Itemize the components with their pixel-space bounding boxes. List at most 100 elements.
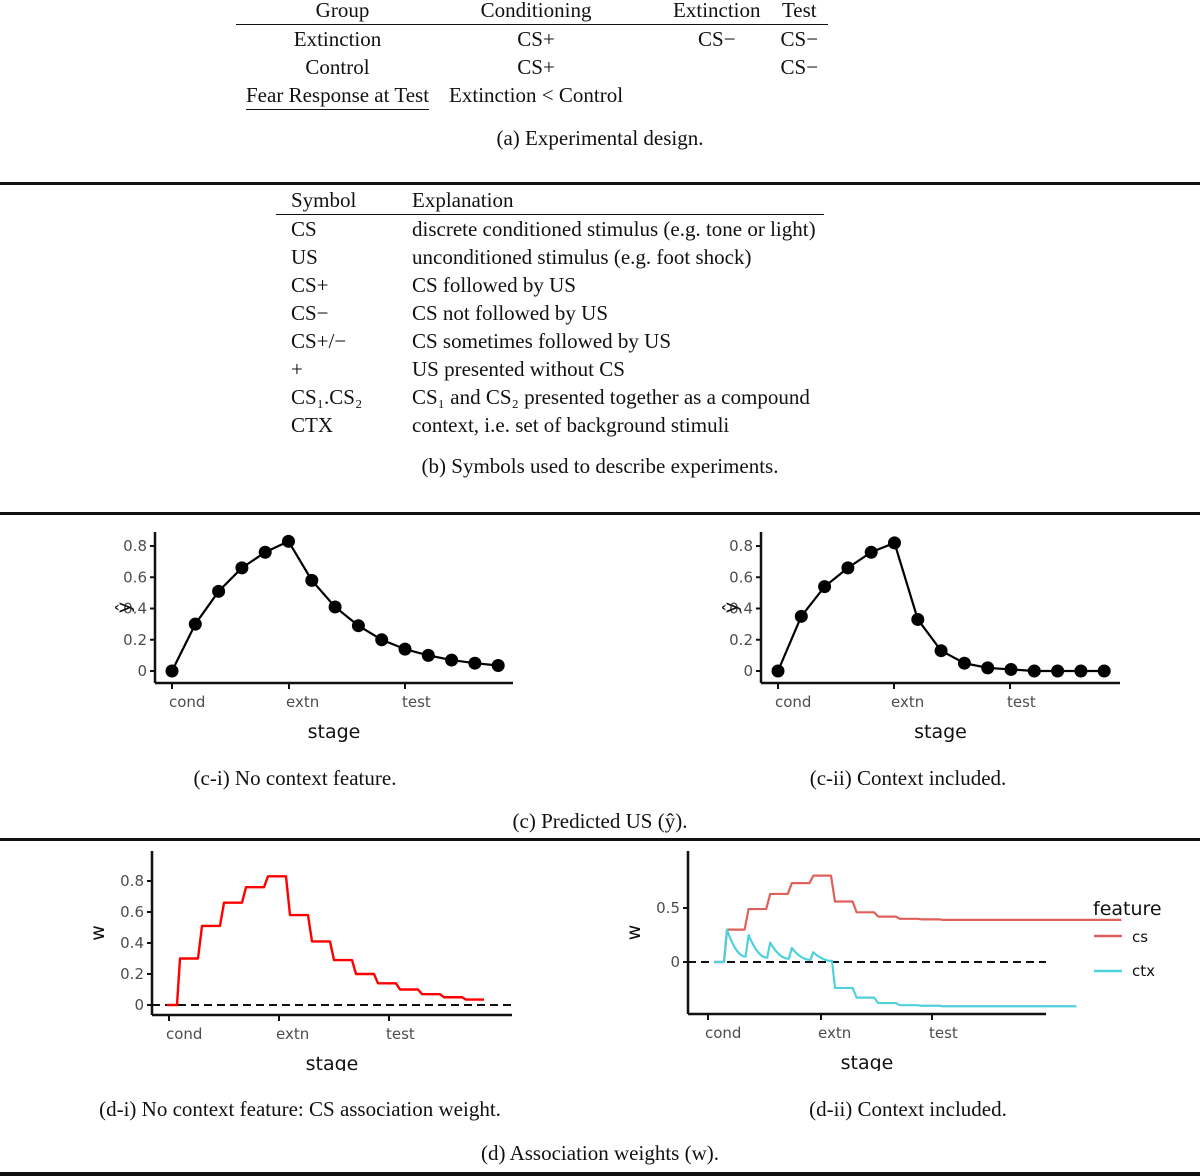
caption-c-ii: (c-ii) Context included. bbox=[809, 766, 1007, 790]
explanation-cell: context, i.e. set of background stimuli bbox=[412, 413, 730, 437]
caption-c: (c) Predicted US (ŷ). bbox=[512, 809, 688, 833]
y-tick-label: 0.8 bbox=[120, 872, 144, 890]
design-cell: CS+ bbox=[517, 55, 555, 79]
design-header: Extinction bbox=[673, 0, 761, 22]
symbol-cell: CS₁.CS₂ bbox=[291, 385, 363, 409]
design-result-row: Fear Response at Test Extinction < Contr… bbox=[236, 81, 828, 110]
y-tick-label: 0.2 bbox=[123, 631, 147, 649]
chart-d-i: 0 0.2 0.4 0.6 0.8 cond extn test stage w bbox=[87, 851, 512, 1071]
data-point bbox=[305, 573, 319, 587]
data-point bbox=[934, 644, 948, 658]
data-point bbox=[1097, 664, 1111, 678]
chart-c-ii: 00.20.40.60.8cond extn teststageŷ bbox=[720, 532, 1120, 743]
x-axis-label: stage bbox=[914, 721, 967, 743]
panel-d: 0 0.2 0.4 0.6 0.8 cond extn test stage w 0 0.5 cond… bbox=[0, 841, 1200, 1176]
y-tick-label: 0 bbox=[743, 662, 753, 680]
data-point bbox=[864, 545, 878, 559]
y-tick-label: 0.2 bbox=[729, 631, 753, 649]
explanation-cell: unconditioned stimulus (e.g. foot shock) bbox=[412, 245, 752, 269]
data-point bbox=[818, 580, 832, 594]
data-point bbox=[841, 561, 855, 575]
symbols-header-row: Symbol Explanation bbox=[276, 186, 824, 215]
y-tick-label: 0.6 bbox=[120, 903, 144, 921]
data-point bbox=[258, 545, 272, 559]
y-tick-label: 0.5 bbox=[656, 899, 680, 917]
y-axis-label: ŷ bbox=[720, 602, 742, 613]
panel-a: Group Conditioning Extinction Test Extin… bbox=[0, 0, 1200, 175]
symbol-row: CS+ CS followed by US bbox=[276, 271, 824, 299]
design-cell bbox=[663, 53, 771, 81]
x-tick-label: extn bbox=[276, 1025, 309, 1043]
symbol-row: + US presented without CS bbox=[276, 355, 824, 383]
x-tick-label: cond bbox=[166, 1025, 202, 1043]
data-point bbox=[771, 664, 785, 678]
symbols-header: Explanation bbox=[412, 188, 514, 212]
y-axis-label: ŷ bbox=[113, 602, 135, 613]
symbol-row: CS₁.CS₂ CS₁ and CS₂ presented together as… bbox=[276, 383, 824, 411]
legend-label-cs: cs bbox=[1132, 928, 1148, 946]
symbol-cell: CTX bbox=[291, 413, 333, 437]
legend-title: feature bbox=[1093, 898, 1162, 920]
caption-a: (a) Experimental design. bbox=[496, 126, 704, 150]
y-tick-label: 0 bbox=[670, 953, 680, 971]
y-tick-label: 0 bbox=[134, 996, 144, 1014]
y-tick-label: 0.6 bbox=[729, 568, 753, 586]
design-header: Conditioning bbox=[480, 0, 592, 22]
data-point bbox=[468, 656, 482, 670]
x-axis-label: stage bbox=[306, 1053, 359, 1071]
symbol-cell: CS+ bbox=[291, 273, 329, 297]
x-tick-label: test bbox=[386, 1025, 415, 1043]
data-point bbox=[328, 600, 342, 614]
design-cell: Control bbox=[305, 55, 370, 79]
symbols-table: Symbol Explanation CS discrete conditione… bbox=[276, 186, 824, 439]
caption-c-i: (c-i) No context feature. bbox=[193, 766, 397, 790]
chart-c-i: 00.20.40.60.8cond extn teststageŷ bbox=[113, 532, 513, 743]
design-header: Group bbox=[315, 0, 370, 22]
explanation-cell: US presented without CS bbox=[412, 357, 625, 381]
data-point bbox=[351, 619, 365, 633]
caption-b: (b) Symbols used to describe experiments… bbox=[421, 454, 779, 478]
y-tick-label: 0.2 bbox=[120, 965, 144, 983]
y-axis-label: w bbox=[623, 925, 645, 941]
x-tick-label: extn bbox=[286, 693, 319, 711]
data-point bbox=[911, 612, 925, 626]
x-axis-label: stage bbox=[841, 1052, 894, 1071]
data-point bbox=[398, 642, 412, 656]
data-point bbox=[375, 633, 389, 647]
x-tick-label: extn bbox=[891, 693, 924, 711]
divider bbox=[0, 1172, 1200, 1176]
data-point bbox=[1027, 664, 1041, 678]
data-point bbox=[1051, 664, 1065, 678]
design-table: Group Conditioning Extinction Test Extin… bbox=[236, 0, 829, 110]
symbol-row: CS− CS not followed by US bbox=[276, 299, 824, 327]
symbol-cell: + bbox=[291, 357, 303, 381]
x-tick-label: cond bbox=[705, 1024, 741, 1042]
symbol-row: US unconditioned stimulus (e.g. foot shoc… bbox=[276, 243, 824, 271]
result-label: Fear Response at Test bbox=[246, 83, 430, 110]
data-point bbox=[888, 536, 901, 550]
symbols-header: Symbol bbox=[291, 188, 357, 212]
y-tick-label: 0.8 bbox=[123, 537, 147, 555]
panel-b: Symbol Explanation CS discrete conditione… bbox=[0, 185, 1200, 510]
design-cell: CS− bbox=[780, 55, 819, 79]
design-cell: CS− bbox=[698, 27, 736, 51]
design-cell: CS− bbox=[780, 27, 819, 51]
data-point bbox=[981, 661, 995, 675]
x-tick-label: extn bbox=[818, 1024, 851, 1042]
symbol-cell: CS− bbox=[291, 301, 329, 325]
data-point bbox=[165, 664, 179, 678]
data-point bbox=[1074, 664, 1088, 678]
x-tick-label: test bbox=[1007, 693, 1036, 711]
chart-d-ii: 0 0.5 cond extn test stage w feature cs ctx bbox=[623, 851, 1162, 1071]
panel-c: 0 0.2 0.4 0.6 0.8 cond extn test stage ŷ 0 0.2 0.4 0… bbox=[0, 515, 1200, 838]
data-point bbox=[794, 609, 808, 623]
data-point bbox=[1004, 662, 1018, 676]
x-tick-label: test bbox=[929, 1024, 958, 1042]
series-line-cs bbox=[167, 875, 484, 1007]
explanation-cell: CS not followed by US bbox=[412, 301, 609, 325]
y-tick-label: 0.8 bbox=[729, 537, 753, 555]
symbol-cell: CS bbox=[291, 217, 317, 241]
y-tick-label: 0 bbox=[137, 662, 147, 680]
design-cell: Extinction bbox=[293, 27, 382, 51]
result-value: Extinction < Control bbox=[449, 83, 624, 107]
